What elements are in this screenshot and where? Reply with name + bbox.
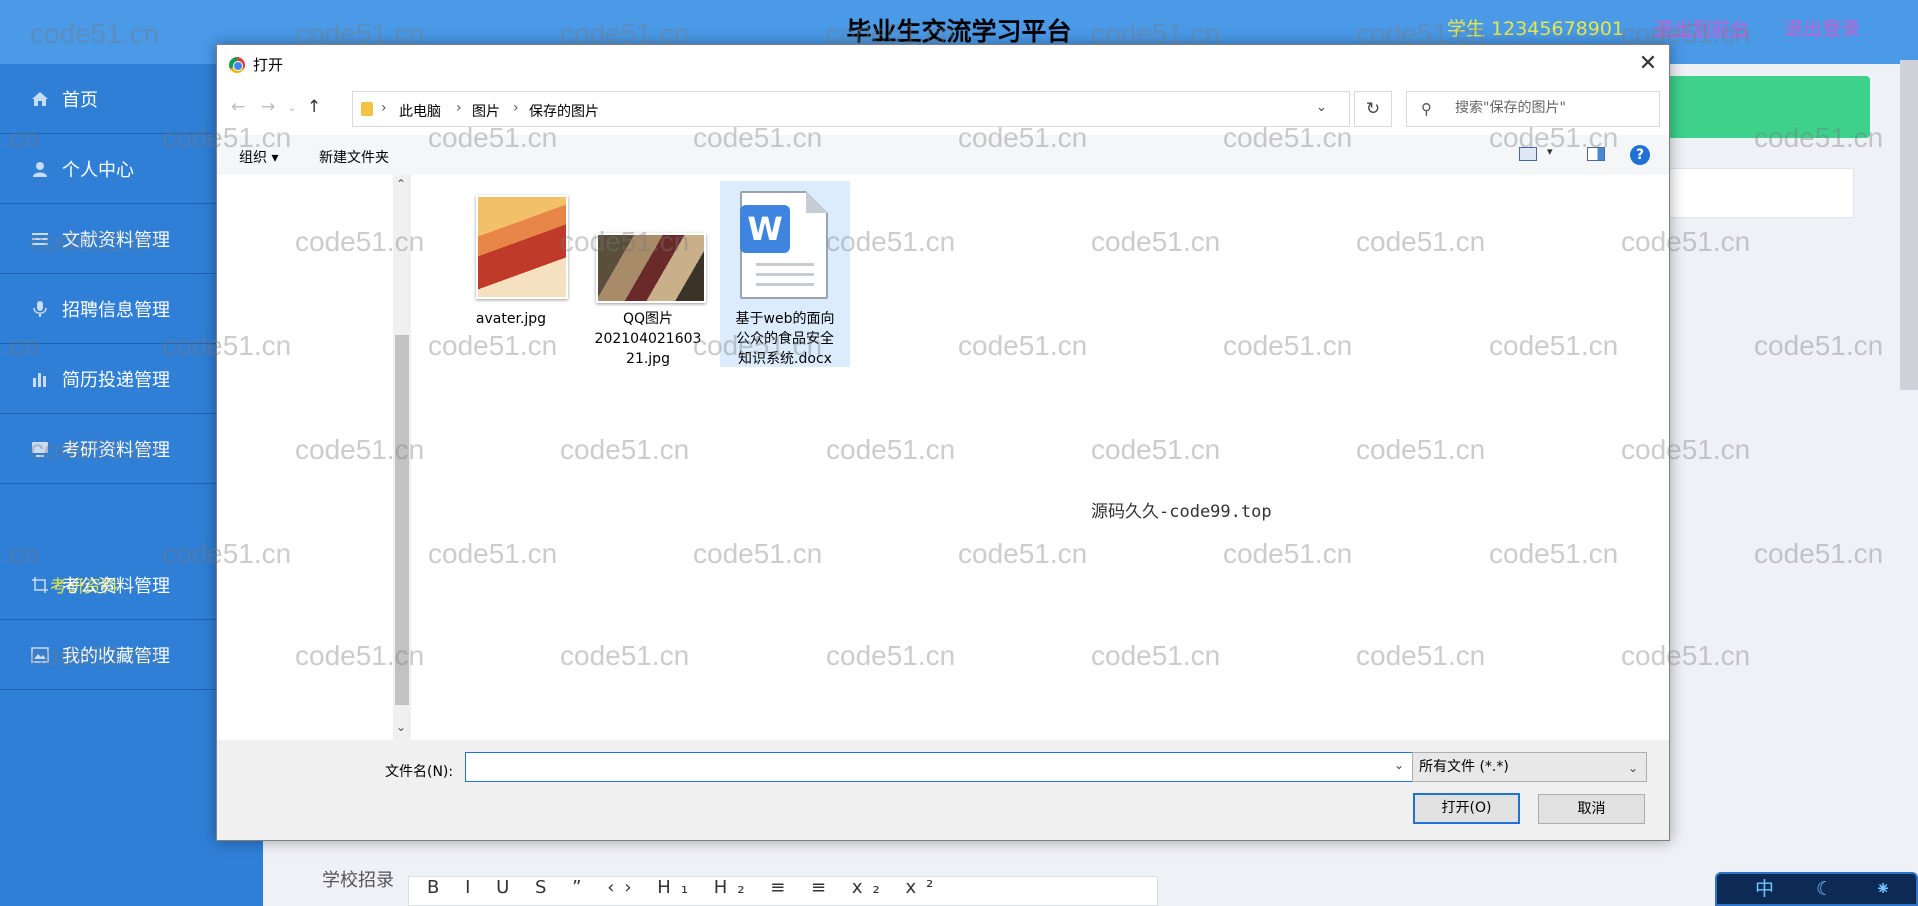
crop-icon [30,575,50,595]
filename-field[interactable]: ⌄ [465,752,1413,782]
file-name: avater.jpg [475,311,547,327]
sidebar-item-label: 考研资料管理 [62,439,170,461]
filename-label: 文件名(N): [385,764,454,780]
chevron-down-icon[interactable]: ⌄ [1316,100,1327,115]
word-badge-icon: W [740,205,790,253]
file-open-dialog: 打开 ✕ ← → ⌄ ↑ › 此电脑 › 图片 › 保存的图片 ⌄ ↻ ⚲ 组织… [216,44,1670,841]
backend-link[interactable]: 退出到前台 [1654,14,1749,41]
dialog-title: 打开 [253,56,284,74]
chevron-down-icon[interactable]: ▾ [1547,145,1553,158]
search-input[interactable] [1455,100,1650,116]
forward-arrow-icon[interactable]: → [261,97,275,117]
home-icon [30,89,50,109]
image-thumbnail [596,233,706,303]
address-bar[interactable]: › 此电脑 › 图片 › 保存的图片 ⌄ [352,91,1350,127]
chrome-icon [229,57,245,73]
rich-text-toolbar[interactable]: B I U S ” ‹› H₁ H₂ ≡ ≡ x₂ x² [408,876,1158,906]
file-item[interactable]: QQ图片 202104021603 21.jpg [583,187,713,367]
open-button[interactable]: 打开(O) [1413,793,1520,824]
view-options-icon[interactable] [1519,147,1537,161]
word-document-icon: W [740,191,828,299]
refresh-icon[interactable]: ↻ [1354,91,1392,127]
back-arrow-icon[interactable]: ← [231,97,245,117]
sidebar-item-label: 考公资料管理 [62,575,170,597]
new-folder-button[interactable]: 新建文件夹 [319,147,389,167]
image-icon [30,645,50,665]
breadcrumb-this-pc[interactable]: 此电脑 [399,101,441,121]
file-name: 基于web的面向 公众的食品安全 知识系统.docx [735,311,835,367]
recent-dropdown-icon[interactable]: ⌄ [287,101,296,114]
mic-icon [30,299,50,319]
sidebar-item-label: 文献资料管理 [62,229,170,251]
dialog-nav-row: ← → ⌄ ↑ › 此电脑 › 图片 › 保存的图片 ⌄ ↻ ⚲ [217,85,1669,133]
filename-input[interactable] [470,757,1380,775]
filetype-select[interactable]: 所有文件 (*.*) ⌄ [1412,752,1647,782]
organize-button[interactable]: 组织 ▾ [239,147,278,167]
scrollbar-thumb[interactable] [395,335,409,705]
breadcrumb-pictures[interactable]: 图片 [472,101,500,121]
command-bar: 组织 ▾ 新建文件夹 ▾ ? [217,135,1669,175]
page-scrollbar[interactable] [1900,60,1918,390]
file-list: avater.jpg QQ图片 202104021603 21.jpg W 基于… [411,175,1669,740]
sidebar-item-label: 简历投递管理 [62,369,170,391]
chevron-right-icon: › [381,100,387,116]
user-info: 学生 12345678901 [1447,18,1625,40]
form-field[interactable] [1660,168,1854,218]
bar-chart-icon [30,369,50,389]
breadcrumb-saved-pictures[interactable]: 保存的图片 [529,101,599,121]
scroll-up-icon[interactable]: ⌃ [396,177,406,191]
center-watermark-text: 源码久久-code99.top [1091,502,1272,522]
dialog-titlebar[interactable]: 打开 ✕ [217,45,1669,85]
help-icon[interactable]: ? [1630,145,1650,165]
chevron-right-icon: › [456,100,462,116]
dialog-footer: 文件名(N): ⌄ 所有文件 (*.*) ⌄ 打开(O) 取消 [217,740,1669,840]
nav-pane-scrollbar[interactable]: ⌃ ⌄ [393,175,411,740]
school-enrollment-label: 学校招录 [322,870,394,891]
sidebar-item-label: 招聘信息管理 [62,299,170,321]
scroll-down-icon[interactable]: ⌄ [396,720,406,734]
monitor-icon [30,439,50,459]
chevron-right-icon: › [513,100,519,116]
sidebar-item-label: 个人中心 [62,159,134,181]
chevron-down-icon: ⌄ [1627,761,1638,775]
file-item[interactable]: avater.jpg [446,187,576,367]
sidebar-item-label: 首页 [62,89,98,111]
navigation-pane[interactable] [217,175,393,740]
close-icon[interactable]: ✕ [1633,49,1663,79]
submit-button[interactable] [1660,76,1870,138]
app-title: 毕业生交流学习平台 [846,17,1072,46]
sidebar-item-label: 我的收藏管理 [62,645,170,667]
search-icon: ⚲ [1421,100,1432,118]
user-icon [30,159,50,179]
ime-toolbar[interactable]: 中 ☾ ⁕ ⚙ [1715,872,1918,906]
cancel-button[interactable]: 取消 [1538,794,1645,824]
up-arrow-icon[interactable]: ↑ [307,97,321,117]
search-box[interactable]: ⚲ [1406,91,1660,127]
preview-pane-icon[interactable] [1587,147,1605,161]
file-name: QQ图片 202104021603 21.jpg [594,311,702,367]
folder-icon [361,102,373,116]
file-item-selected[interactable]: W 基于web的面向 公众的食品安全 知识系统.docx [720,181,850,367]
list-icon [30,229,50,249]
image-thumbnail [476,195,568,299]
logout-link[interactable]: 退出登录 [1784,14,1860,41]
chevron-down-icon[interactable]: ⌄ [1394,758,1404,772]
